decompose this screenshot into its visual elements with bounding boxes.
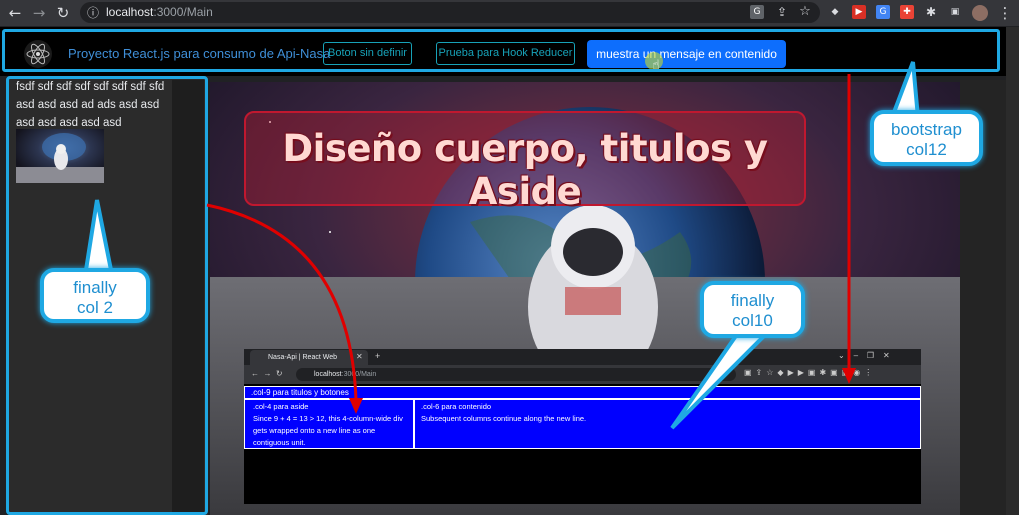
callout-col2: finally col 2: [40, 268, 150, 323]
callout-col10: finally col10: [700, 281, 805, 338]
annotation-arrows: [83, 61, 921, 430]
callout-bootstrap-col12: bootstrap col12: [870, 110, 983, 166]
